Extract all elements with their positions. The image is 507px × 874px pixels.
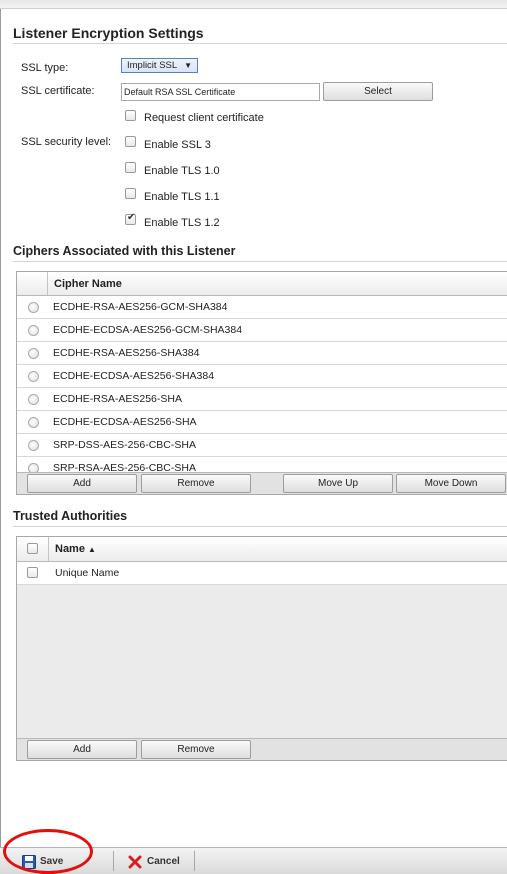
column-separator [47, 272, 48, 295]
table-row[interactable]: ECDHE-RSA-AES256-GCM-SHA384 [17, 296, 507, 319]
enable-tls10-label: Enable TLS 1.0 [144, 165, 220, 177]
ciphers-section-title: Ciphers Associated with this Listener [13, 244, 236, 258]
cancel-button[interactable]: Cancel [126, 852, 191, 872]
enable-tls11-checkbox[interactable] [125, 188, 136, 199]
table-row[interactable]: ECDHE-RSA-AES256-SHA384 [17, 342, 507, 365]
cipher-name: ECDHE-RSA-AES256-GCM-SHA384 [53, 301, 228, 313]
ssl-certificate-field[interactable]: Default RSA SSL Certificate [121, 83, 320, 101]
trusted-authorities-title: Trusted Authorities [13, 509, 128, 523]
cipher-name: ECDHE-ECDSA-AES256-SHA384 [53, 370, 215, 382]
ssl-type-select[interactable]: Implicit SSL ▼ [121, 58, 198, 73]
security-level-label: SSL security level: [21, 136, 112, 148]
listener-settings-title: Listener Encryption Settings [13, 25, 204, 41]
window-top-edge [0, 0, 507, 9]
radio-icon[interactable] [28, 417, 39, 428]
name-column-header[interactable]: Name ▲ [55, 543, 96, 555]
trusted-grid-header: Name ▲ [17, 537, 507, 562]
toolbar-separator [113, 851, 114, 871]
cipher-name: ECDHE-RSA-AES256-SHA [53, 393, 182, 405]
request-client-cert-label: Request client certificate [144, 112, 264, 124]
enable-tls10-checkbox[interactable] [125, 162, 136, 173]
toolbar-separator [194, 851, 195, 871]
cipher-name: ECDHE-ECDSA-AES256-GCM-SHA384 [53, 324, 243, 336]
radio-icon[interactable] [28, 348, 39, 359]
cipher-name: ECDHE-ECDSA-AES256-SHA [53, 416, 197, 428]
move-down-button[interactable]: Move Down [396, 474, 506, 493]
cipher-name: SRP-DSS-AES-256-CBC-SHA [53, 439, 196, 451]
table-row[interactable]: ECDHE-ECDSA-AES256-GCM-SHA384 [17, 319, 507, 342]
section-divider [13, 526, 507, 527]
cipher-name-column-header[interactable]: Cipher Name [54, 278, 122, 290]
select-all-checkbox[interactable] [27, 543, 38, 554]
cancel-x-icon [128, 855, 142, 869]
ciphers-toolbar: Add Remove Move Up Move Down [17, 472, 507, 494]
enable-tls12-checkbox[interactable] [125, 212, 136, 225]
add-cipher-button[interactable]: Add [27, 474, 137, 493]
select-certificate-button[interactable]: Select [323, 82, 433, 101]
add-authority-button[interactable]: Add [27, 740, 137, 759]
column-separator [48, 537, 49, 561]
cipher-name: ECDHE-RSA-AES256-SHA384 [53, 347, 200, 359]
table-row[interactable]: ECDHE-ECDSA-AES256-SHA384 [17, 365, 507, 388]
enable-ssl3-checkbox[interactable] [125, 136, 136, 147]
remove-cipher-button[interactable]: Remove [141, 474, 251, 493]
table-row[interactable]: Unique Name [17, 562, 507, 585]
ciphers-grid-header: Cipher Name [17, 272, 507, 296]
section-divider [13, 261, 507, 262]
ssl-certificate-label: SSL certificate: [21, 85, 95, 97]
move-up-button[interactable]: Move Up [283, 474, 393, 493]
enable-ssl3-label: Enable SSL 3 [144, 139, 211, 151]
table-row[interactable]: SRP-DSS-AES-256-CBC-SHA [17, 434, 507, 457]
trusted-authority-name: Unique Name [55, 567, 120, 579]
ssl-type-value: Implicit SSL [127, 60, 178, 71]
sort-ascending-icon: ▲ [88, 545, 96, 554]
enable-tls11-label: Enable TLS 1.1 [144, 191, 220, 203]
chevron-down-icon: ▼ [184, 61, 192, 70]
radio-icon[interactable] [28, 394, 39, 405]
table-row[interactable]: ECDHE-ECDSA-AES256-SHA [17, 411, 507, 434]
cancel-button-label: Cancel [147, 856, 180, 867]
radio-icon[interactable] [28, 440, 39, 451]
enable-tls12-label: Enable TLS 1.2 [144, 217, 220, 229]
table-row[interactable]: ECDHE-RSA-AES256-SHA [17, 388, 507, 411]
section-divider [13, 43, 507, 44]
ssl-type-label: SSL type: [21, 62, 69, 74]
radio-icon[interactable] [28, 371, 39, 382]
save-highlight-annotation [3, 829, 93, 874]
request-client-cert-checkbox[interactable] [125, 110, 136, 121]
remove-authority-button[interactable]: Remove [141, 740, 251, 759]
row-checkbox[interactable] [27, 567, 38, 578]
name-column-label: Name [55, 543, 85, 555]
radio-icon[interactable] [28, 325, 39, 336]
trusted-toolbar: Add Remove [17, 738, 507, 760]
radio-icon[interactable] [28, 302, 39, 313]
ciphers-grid: Cipher Name ECDHE-RSA-AES256-GCM-SHA384 E… [16, 271, 507, 495]
trusted-authorities-grid: Name ▲ Unique Name Add Remove [16, 536, 507, 761]
